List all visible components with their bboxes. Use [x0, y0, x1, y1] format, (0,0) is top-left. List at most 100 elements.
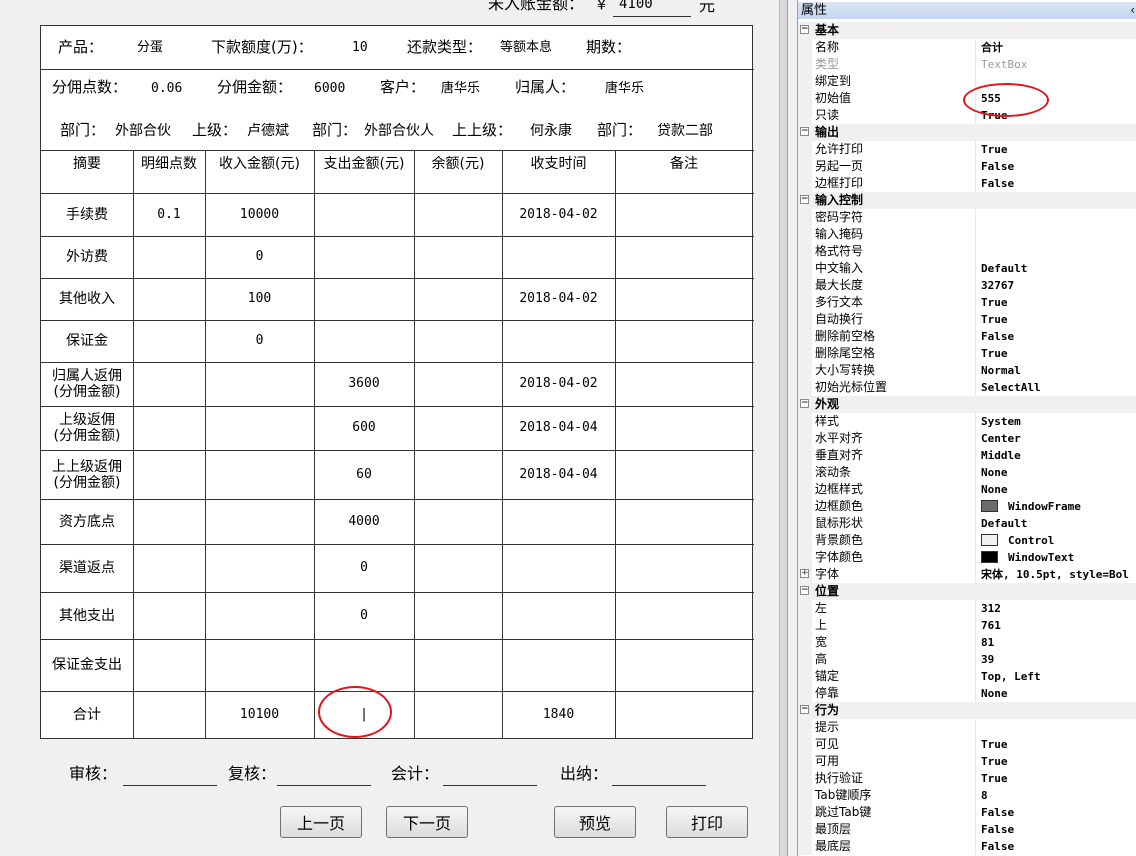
property-value[interactable]: None — [981, 685, 1136, 702]
property-row[interactable]: 另起一页 False — [798, 158, 1136, 175]
splitter-bar[interactable] — [779, 0, 788, 856]
property-value[interactable]: True — [981, 345, 1136, 362]
table-cell-income[interactable] — [205, 362, 314, 406]
table-cell-note[interactable] — [615, 362, 753, 406]
property-row[interactable]: 样式 System — [798, 413, 1136, 430]
table-cell-time[interactable]: 2018-04-04 — [502, 450, 615, 499]
superior2-value[interactable]: 何永康 — [530, 122, 572, 140]
property-value[interactable]: Default — [981, 515, 1136, 532]
property-row[interactable]: 中文输入 Default — [798, 260, 1136, 277]
property-category[interactable]: − 输入控制 — [798, 192, 1136, 209]
table-cell-balance[interactable] — [414, 362, 502, 406]
superior-value[interactable]: 卢德斌 — [247, 122, 289, 140]
table-cell-time[interactable]: 2018-04-02 — [502, 278, 615, 320]
table-cell-expense[interactable] — [314, 320, 414, 362]
property-row[interactable]: 绑定到 — [798, 73, 1136, 90]
table-cell-rate[interactable] — [133, 450, 205, 499]
property-row[interactable]: 上 761 — [798, 617, 1136, 634]
table-cell-rate[interactable] — [133, 320, 205, 362]
property-row[interactable]: 停靠 None — [798, 685, 1136, 702]
property-row[interactable]: 执行验证 True — [798, 770, 1136, 787]
property-value[interactable]: Normal — [981, 362, 1136, 379]
property-row[interactable]: 密码字符 — [798, 209, 1136, 226]
table-cell-note[interactable] — [615, 499, 753, 544]
table-cell-note[interactable] — [615, 639, 753, 691]
table-cell-expense[interactable] — [314, 278, 414, 320]
property-category[interactable]: − 基本 — [798, 22, 1136, 39]
property-value[interactable]: System — [981, 413, 1136, 430]
property-value[interactable]: None — [981, 464, 1136, 481]
table-cell-income[interactable]: 10100 — [205, 691, 314, 738]
collapse-toggle-icon[interactable]: − — [800, 195, 809, 204]
table-cell-expense[interactable] — [314, 236, 414, 278]
property-row[interactable]: Tab键顺序 8 — [798, 787, 1136, 804]
table-cell-note[interactable] — [615, 544, 753, 592]
property-row[interactable]: 大小写转换 Normal — [798, 362, 1136, 379]
property-value[interactable]: False — [981, 821, 1136, 838]
property-value[interactable]: False — [981, 158, 1136, 175]
property-row[interactable]: 最大长度 32767 — [798, 277, 1136, 294]
table-cell-income[interactable] — [205, 499, 314, 544]
property-row[interactable]: 边框样式 None — [798, 481, 1136, 498]
table-cell-time[interactable] — [502, 499, 615, 544]
property-row[interactable]: 边框打印 False — [798, 175, 1136, 192]
property-row[interactable]: 只读 True — [798, 107, 1136, 124]
property-value[interactable]: False — [981, 804, 1136, 821]
table-cell-time[interactable]: 2018-04-02 — [502, 193, 615, 236]
table-cell-income[interactable]: 0 — [205, 320, 314, 362]
property-value[interactable]: 39 — [981, 651, 1136, 668]
table-cell-rate[interactable] — [133, 406, 205, 450]
next-page-button[interactable]: 下一页 — [386, 806, 468, 838]
table-cell-time[interactable] — [502, 236, 615, 278]
table-cell-time[interactable]: 2018-04-02 — [502, 362, 615, 406]
property-value[interactable]: Center — [981, 430, 1136, 447]
property-row[interactable]: 自动换行 True — [798, 311, 1136, 328]
property-value[interactable] — [981, 226, 1136, 243]
collapse-toggle-icon[interactable]: − — [800, 25, 809, 34]
property-value[interactable]: True — [981, 753, 1136, 770]
table-cell-income[interactable] — [205, 544, 314, 592]
table-cell-income[interactable] — [205, 639, 314, 691]
property-value[interactable]: 8 — [981, 787, 1136, 804]
property-value[interactable]: Top, Left — [981, 668, 1136, 685]
table-cell-note[interactable] — [615, 193, 753, 236]
cashier-line[interactable] — [612, 785, 706, 786]
table-cell-time[interactable]: 2018-04-04 — [502, 406, 615, 450]
product-value[interactable]: 分蛋 — [137, 39, 163, 57]
table-cell-balance[interactable] — [414, 236, 502, 278]
property-row[interactable]: 跳过Tab键 False — [798, 804, 1136, 821]
property-row[interactable]: 名称 合计 — [798, 39, 1136, 56]
property-row[interactable]: 背景颜色 Control — [798, 532, 1136, 549]
table-cell-note[interactable] — [615, 450, 753, 499]
property-value[interactable]: 761 — [981, 617, 1136, 634]
table-cell-income[interactable] — [205, 406, 314, 450]
property-row[interactable]: 多行文本 True — [798, 294, 1136, 311]
table-cell-time[interactable] — [502, 592, 615, 639]
property-row[interactable]: 格式符号 — [798, 243, 1136, 260]
collapse-toggle-icon[interactable]: − — [800, 586, 809, 595]
table-cell-note[interactable] — [615, 278, 753, 320]
table-cell-time[interactable] — [502, 544, 615, 592]
collapse-toggle-icon[interactable]: − — [800, 127, 809, 136]
table-cell-balance[interactable] — [414, 592, 502, 639]
panel-pin-icon[interactable]: ‹ — [1130, 2, 1135, 19]
property-value[interactable]: True — [981, 141, 1136, 158]
table-cell-balance[interactable] — [414, 320, 502, 362]
uncredited-amount-value[interactable]: 4100 — [619, 0, 653, 14]
property-row[interactable]: 字体颜色 WindowText — [798, 549, 1136, 566]
table-cell-rate[interactable] — [133, 278, 205, 320]
superior-department-value[interactable]: 外部合伙人 — [364, 122, 434, 140]
table-cell-income[interactable]: 100 — [205, 278, 314, 320]
table-cell-expense[interactable] — [314, 193, 414, 236]
print-button[interactable]: 打印 — [666, 806, 748, 838]
property-row[interactable]: 最顶层 False — [798, 821, 1136, 838]
property-value[interactable]: 宋体, 10.5pt, style=Bol — [981, 566, 1136, 583]
property-value[interactable]: 32767 — [981, 277, 1136, 294]
property-row[interactable]: 初始光标位置 SelectAll — [798, 379, 1136, 396]
review-line[interactable] — [277, 785, 371, 786]
collapse-toggle-icon[interactable]: − — [800, 399, 809, 408]
table-cell-income[interactable]: 0 — [205, 236, 314, 278]
superior2-department-value[interactable]: 贷款二部 — [657, 122, 713, 140]
table-cell-expense[interactable]: 600 — [314, 406, 414, 450]
table-cell-expense[interactable]: 60 — [314, 450, 414, 499]
